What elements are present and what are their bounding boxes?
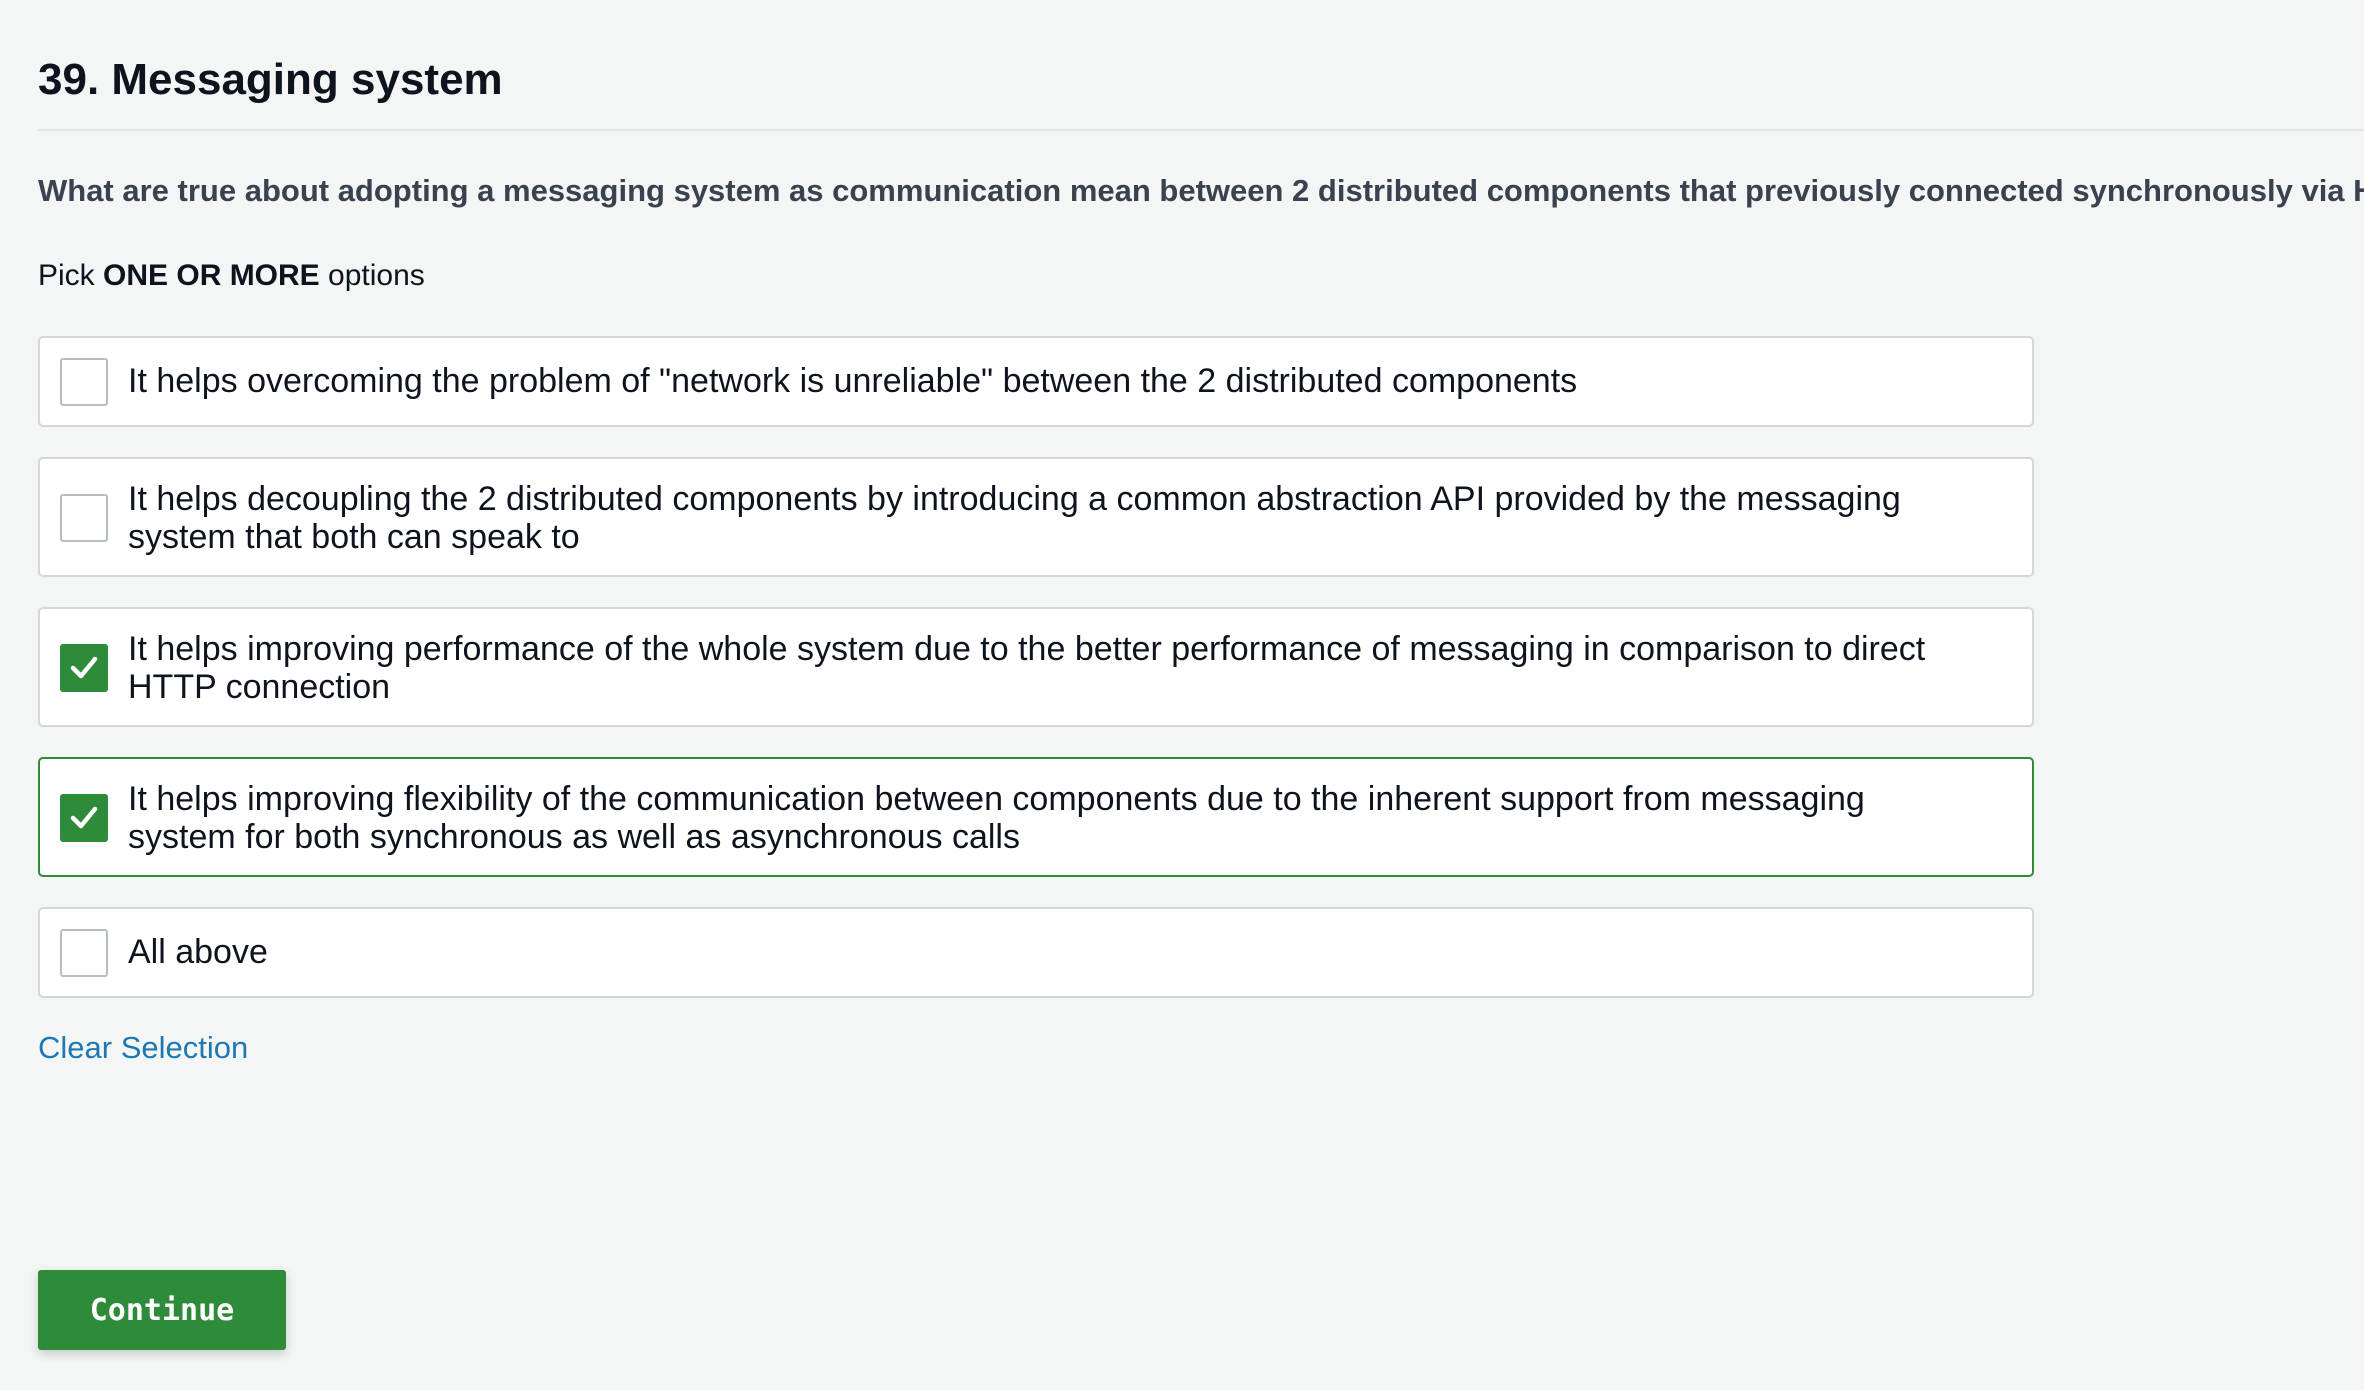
instruction-prefix: Pick	[38, 259, 104, 292]
question-text: What are true about adopting a messaging…	[38, 173, 2364, 208]
option-1-label: It helps overcoming the problem of "netw…	[128, 362, 1578, 400]
instruction-text: Pick ONE OR MORE options	[38, 255, 425, 297]
option-1[interactable]: It helps overcoming the problem of "netw…	[38, 336, 2034, 427]
checkmark-icon	[70, 656, 98, 679]
option-5-label: All above	[128, 933, 268, 971]
option-4-checkbox[interactable]	[60, 794, 108, 842]
option-3[interactable]: It helps improving performance of the wh…	[38, 607, 2034, 727]
instruction-suffix: options	[319, 259, 425, 292]
option-3-checkbox[interactable]	[60, 644, 108, 692]
option-1-checkbox[interactable]	[60, 358, 108, 406]
title-divider	[38, 129, 2364, 131]
option-2[interactable]: It helps decoupling the 2 distributed co…	[38, 457, 2034, 577]
question-title: 39. Messaging system	[38, 55, 503, 104]
option-4[interactable]: It helps improving flexibility of the co…	[38, 757, 2034, 877]
option-2-checkbox[interactable]	[60, 494, 108, 542]
option-2-label: It helps decoupling the 2 distributed co…	[128, 480, 1901, 556]
option-3-label: It helps improving performance of the wh…	[128, 630, 1926, 706]
clear-selection-link[interactable]: Clear Selection	[38, 1028, 248, 1068]
instruction-emphasis: ONE OR MORE	[103, 259, 320, 292]
continue-button[interactable]: Continue	[38, 1270, 286, 1350]
option-4-label: It helps improving flexibility of the co…	[128, 780, 1865, 856]
option-5-checkbox[interactable]	[60, 929, 108, 977]
checkmark-icon	[70, 806, 98, 829]
option-5[interactable]: All above	[38, 907, 2034, 998]
